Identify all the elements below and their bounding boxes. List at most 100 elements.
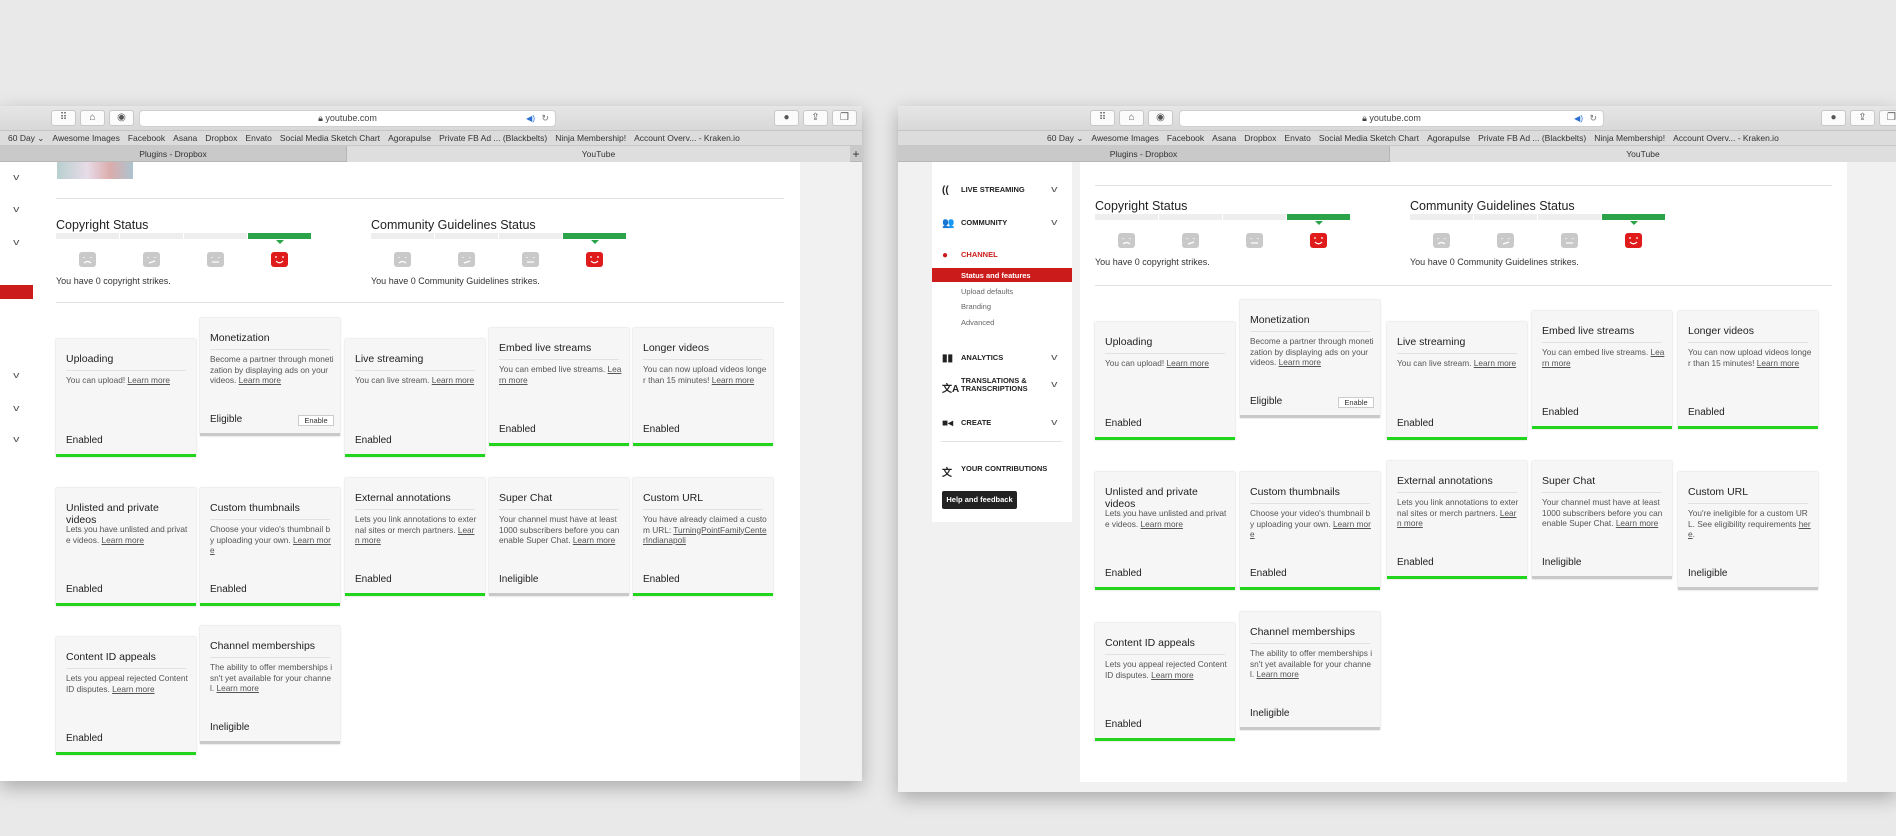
bookmark-item[interactable]: Envato xyxy=(245,133,271,143)
reload-icon[interactable]: ↻ xyxy=(1589,111,1597,126)
strike-meter-segment xyxy=(563,233,626,244)
grammarly-icon[interactable]: ◉ xyxy=(109,110,134,126)
chevron-down-icon[interactable]: v xyxy=(13,370,19,380)
share-icon[interactable]: ⇪ xyxy=(1850,110,1875,126)
home-icon[interactable]: ⌂ xyxy=(80,110,105,126)
learn-more-link[interactable]: Learn more xyxy=(1151,670,1193,680)
tab-plugins-dropbox[interactable]: Plugins - Dropbox xyxy=(898,146,1389,162)
sidebar-item-analytics[interactable]: ▮▮ ANALYTICS xyxy=(942,353,1003,364)
bookmark-item[interactable]: Private FB Ad ... (Blackbelts) xyxy=(439,133,547,143)
audio-icon[interactable]: ◀) xyxy=(526,111,535,126)
tab-youtube[interactable]: YouTube xyxy=(1389,146,1896,162)
description-text: You can live stream. xyxy=(355,375,432,385)
sad-face-icon xyxy=(79,252,96,267)
grammarly-icon[interactable]: ◉ xyxy=(1148,110,1173,126)
bookmark-item[interactable]: Envato xyxy=(1284,133,1310,143)
sidebar-item-live-streaming[interactable]: ((LIVE STREAMING xyxy=(942,185,1025,196)
bookmark-item[interactable]: Social Media Sketch Chart xyxy=(1319,133,1419,143)
bookmark-item[interactable]: Asana xyxy=(173,133,197,143)
tab-plugins-dropbox[interactable]: Plugins - Dropbox xyxy=(0,146,346,162)
bookmark-item[interactable]: Account Overv... - Kraken.io xyxy=(1673,133,1779,143)
learn-more-link[interactable]: Learn more xyxy=(1141,519,1183,529)
learn-more-link[interactable]: Learn more xyxy=(102,535,144,545)
bookmark-item[interactable]: Ninja Membership! xyxy=(1594,133,1665,143)
enable-monetization-button[interactable]: Enable xyxy=(1338,397,1374,408)
chevron-down-icon[interactable]: v xyxy=(13,237,19,247)
bookmark-item[interactable]: Account Overv... - Kraken.io xyxy=(634,133,740,143)
address-bar[interactable]: 🔒︎ youtube.com ◀) ↻ xyxy=(1179,110,1604,127)
chevron-down-icon[interactable]: v xyxy=(1051,352,1057,362)
home-icon[interactable]: ⌂ xyxy=(1119,110,1144,126)
sidebar-subitem[interactable]: Upload defaults xyxy=(961,287,1013,296)
sidebar-item-channel[interactable]: ● CHANNEL xyxy=(942,250,998,261)
bookmark-item[interactable]: Social Media Sketch Chart xyxy=(280,133,380,143)
bookmark-item[interactable]: 60 Day ⌄ xyxy=(8,133,44,143)
bookmark-item[interactable]: Facebook xyxy=(128,133,165,143)
bookmark-item[interactable]: Agorapulse xyxy=(388,133,431,143)
bookmark-item[interactable]: Awesome Images xyxy=(52,133,119,143)
sidebar-item-community[interactable]: 👥 COMMUNITY xyxy=(942,218,1007,229)
tabs-overview-icon[interactable]: ❐ xyxy=(832,110,857,126)
bookmark-item[interactable]: Facebook xyxy=(1167,133,1204,143)
share-icon[interactable]: ⇪ xyxy=(803,110,828,126)
bookmark-item[interactable]: Agorapulse xyxy=(1427,133,1470,143)
feature-card-title: Uploading xyxy=(1105,336,1225,354)
bookmark-item[interactable]: Awesome Images xyxy=(1091,133,1158,143)
learn-more-link[interactable]: Learn more xyxy=(1167,358,1209,368)
tabs-overview-icon[interactable]: ❐ xyxy=(1879,110,1896,126)
bookmark-item[interactable]: 60 Day ⌄ xyxy=(1047,133,1083,143)
tab-youtube[interactable]: YouTube xyxy=(346,146,850,162)
address-bar[interactable]: 🔒︎ youtube.com ◀) ↻ xyxy=(139,110,556,127)
bookmark-item[interactable]: Dropbox xyxy=(1244,133,1276,143)
sidebar-item-create[interactable]: ■◂ CREATE xyxy=(942,418,991,429)
learn-more-link[interactable]: Learn more xyxy=(216,683,258,693)
sidebar-active-item[interactable] xyxy=(0,285,33,299)
chevron-down-icon[interactable]: v xyxy=(1051,417,1057,427)
sidebar-subitem[interactable]: Branding xyxy=(961,302,991,311)
downloads-icon[interactable]: ● xyxy=(1821,110,1846,126)
apps-grid-icon[interactable]: ⠿ xyxy=(51,110,76,126)
feature-card: Custom URL You have already claimed a cus… xyxy=(633,478,773,596)
sidebar-item-your-contributions[interactable]: 文 YOUR CONTRIBUTIONS xyxy=(942,464,1047,480)
sidebar-subitem[interactable]: Status and features xyxy=(961,271,1031,280)
learn-more-link[interactable]: Learn more xyxy=(432,375,474,385)
chevron-down-icon[interactable]: v xyxy=(13,434,19,444)
chevron-down-icon[interactable]: v xyxy=(13,204,19,214)
new-tab-button[interactable]: + xyxy=(850,146,862,162)
learn-more-link[interactable]: Learn more xyxy=(573,535,615,545)
learn-more-link[interactable]: Learn more xyxy=(1474,358,1516,368)
chevron-down-icon[interactable]: v xyxy=(13,403,19,413)
chevron-down-icon[interactable]: v xyxy=(13,172,19,182)
description-text: . xyxy=(1692,529,1695,539)
feature-card: Super Chat Your channel must have at leas… xyxy=(489,478,629,596)
apps-grid-icon[interactable]: ⠿ xyxy=(1090,110,1115,126)
downloads-icon[interactable]: ● xyxy=(774,110,799,126)
bookmark-item[interactable]: Private FB Ad ... (Blackbelts) xyxy=(1478,133,1586,143)
bookmark-item[interactable]: Ninja Membership! xyxy=(555,133,626,143)
help-feedback-button[interactable]: Help and feedback xyxy=(942,491,1017,509)
enable-monetization-button[interactable]: Enable xyxy=(298,415,334,426)
feature-card: Custom thumbnails Choose your video's thu… xyxy=(200,488,340,606)
learn-more-link[interactable]: Learn more xyxy=(712,375,754,385)
sidebar-item-translations[interactable]: 文A TRANSLATIONS & TRANSCRIPTIONS xyxy=(942,377,1028,396)
learn-more-link[interactable]: Learn more xyxy=(128,375,170,385)
strike-meter-segment xyxy=(499,233,562,239)
learn-more-link[interactable]: Learn more xyxy=(1279,357,1321,367)
learn-more-link[interactable]: Learn more xyxy=(1256,669,1298,679)
chevron-down-icon[interactable]: v xyxy=(1051,184,1057,194)
bookmark-item[interactable]: Dropbox xyxy=(205,133,237,143)
sidebar-item-label: CHANNEL xyxy=(961,250,998,259)
bookmark-item[interactable]: Asana xyxy=(1212,133,1236,143)
sidebar-subitem[interactable]: Advanced xyxy=(961,318,994,327)
learn-more-link[interactable]: Learn more xyxy=(239,375,281,385)
learn-more-link[interactable]: Learn more xyxy=(112,684,154,694)
chevron-down-icon[interactable]: v xyxy=(1051,217,1057,227)
chevron-down-icon[interactable]: v xyxy=(1051,379,1057,389)
audio-icon[interactable]: ◀) xyxy=(1574,111,1583,126)
feature-card-title: Embed live streams xyxy=(1542,325,1662,343)
learn-more-link[interactable]: Learn more xyxy=(1616,518,1658,528)
learn-more-link[interactable]: Learn more xyxy=(1757,358,1799,368)
feature-status: Enabled xyxy=(643,424,680,435)
strike-meter-segment xyxy=(1410,214,1473,220)
reload-icon[interactable]: ↻ xyxy=(541,111,549,126)
